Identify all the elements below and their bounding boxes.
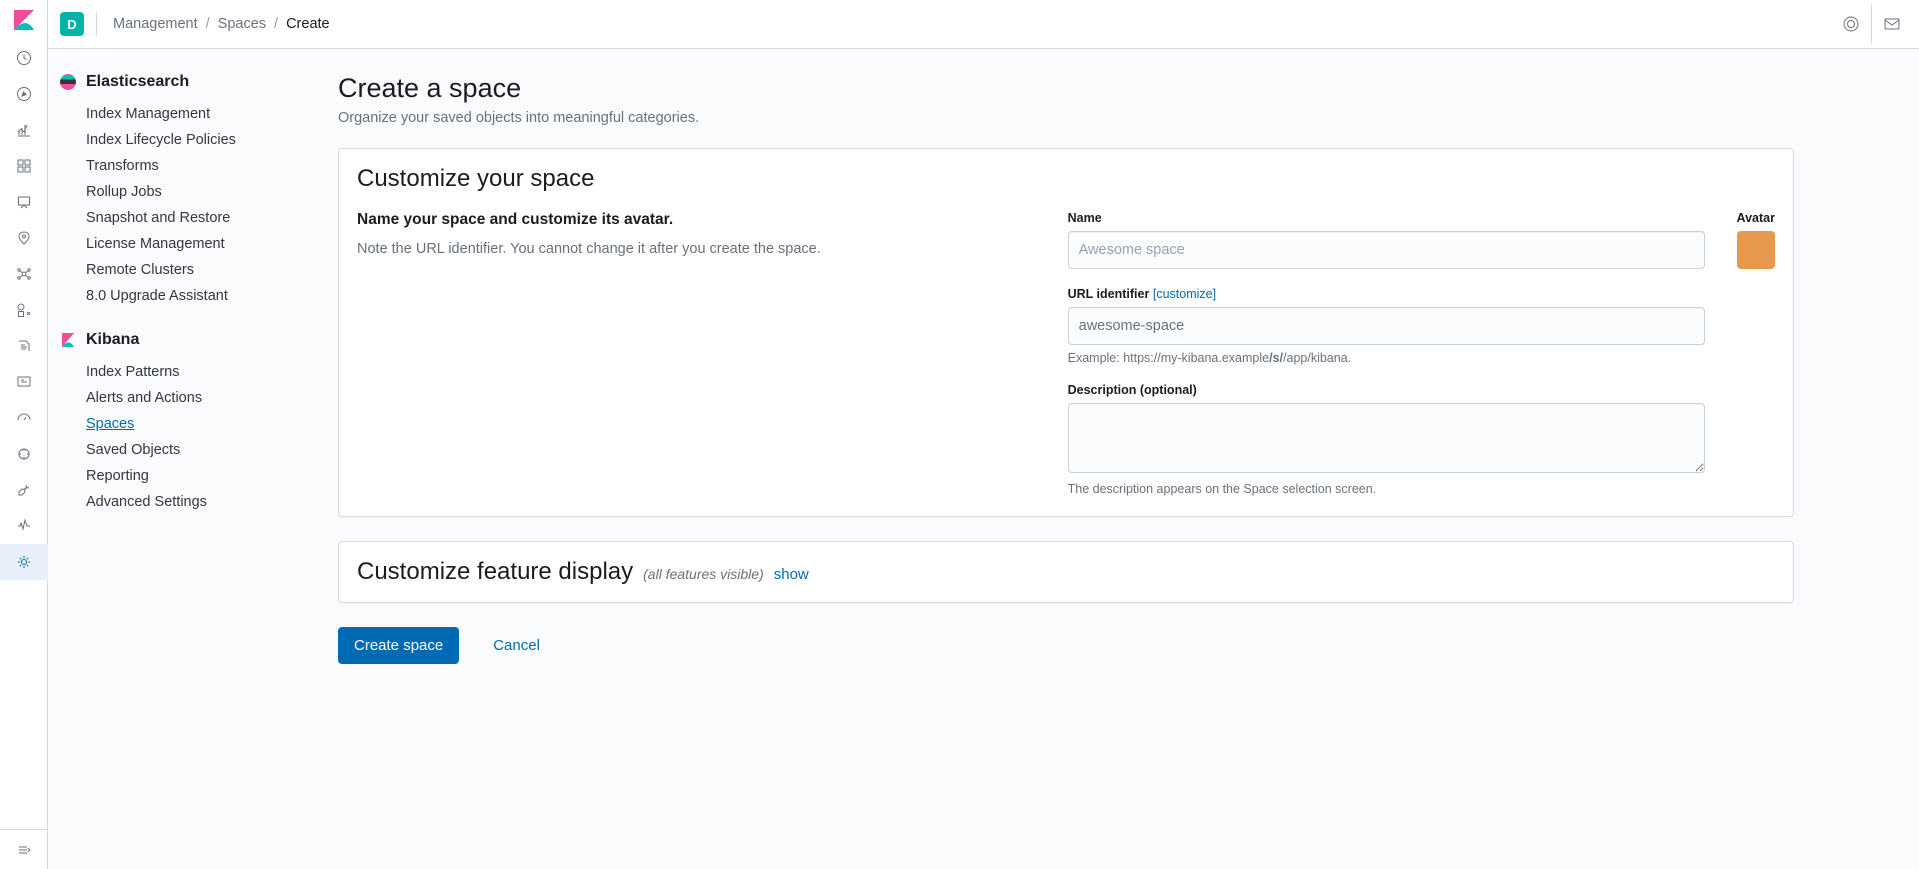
nav-siem-icon[interactable] [0, 436, 48, 472]
sidebar-item-spaces[interactable]: Spaces [60, 411, 302, 437]
sidebar-item-snapshot[interactable]: Snapshot and Restore [60, 205, 302, 231]
management-sidebar: Elasticsearch Index Management Index Lif… [48, 49, 318, 869]
breadcrumb: Management / Spaces / Create [113, 16, 330, 32]
avatar-swatch[interactable] [1737, 231, 1775, 269]
customize-note: Note the URL identifier. You cannot chan… [357, 239, 1038, 261]
nav-management-icon[interactable] [0, 544, 48, 580]
nav-collapse-icon[interactable] [0, 829, 48, 869]
main-content: Create a space Organize your saved objec… [318, 49, 1818, 869]
nav-canvas-icon[interactable] [0, 184, 48, 220]
nav-apm-icon[interactable] [0, 364, 48, 400]
nav-recent-icon[interactable] [0, 40, 48, 76]
avatar-label: Avatar [1725, 211, 1775, 225]
breadcrumb-spaces[interactable]: Spaces [218, 16, 266, 32]
breadcrumb-sep: / [274, 16, 278, 32]
url-hint-suffix: /app/kibana. [1283, 351, 1351, 365]
section-elasticsearch: Elasticsearch [60, 73, 302, 91]
desc-hint: The description appears on the Space sel… [1068, 482, 1705, 496]
name-input[interactable] [1068, 231, 1705, 269]
nav-visualize-icon[interactable] [0, 112, 48, 148]
cancel-button[interactable]: Cancel [487, 636, 546, 655]
url-hint-prefix: Example: https://my-kibana.example [1068, 351, 1269, 365]
breadcrumb-management[interactable]: Management [113, 16, 198, 32]
mail-icon[interactable] [1871, 4, 1911, 44]
elasticsearch-icon [60, 74, 76, 90]
name-label: Name [1068, 211, 1705, 225]
kibana-icon [60, 332, 76, 348]
space-switcher[interactable]: D [60, 12, 84, 36]
breadcrumb-current: Create [286, 16, 330, 32]
sidebar-item-ilm[interactable]: Index Lifecycle Policies [60, 127, 302, 153]
nav-devtools-icon[interactable] [0, 472, 48, 508]
topbar: D Management / Spaces / Create [48, 0, 1919, 49]
sidebar-item-index-patterns[interactable]: Index Patterns [60, 359, 302, 385]
feature-show-link[interactable]: show [774, 566, 809, 583]
sidebar-item-upgrade[interactable]: 8.0 Upgrade Assistant [60, 283, 302, 309]
nav-rail [0, 0, 48, 869]
url-customize-link[interactable]: [customize] [1153, 287, 1216, 301]
desc-textarea[interactable] [1068, 403, 1705, 473]
url-input[interactable] [1068, 307, 1705, 345]
sidebar-item-advanced-settings[interactable]: Advanced Settings [60, 489, 302, 515]
sidebar-item-index-management[interactable]: Index Management [60, 101, 302, 127]
panel-title: Customize your space [357, 165, 1775, 193]
sidebar-item-alerts[interactable]: Alerts and Actions [60, 385, 302, 411]
url-hint-bold: /s/ [1269, 351, 1283, 365]
customize-space-panel: Customize your space Name your space and… [338, 148, 1794, 517]
nav-monitoring-icon[interactable] [0, 508, 48, 544]
divider [96, 12, 97, 36]
feature-display-panel: Customize feature display (all features … [338, 541, 1794, 603]
desc-label: Description (optional) [1068, 383, 1705, 397]
kibana-logo-icon[interactable] [12, 8, 36, 32]
page-subtitle: Organize your saved objects into meaning… [338, 110, 1794, 126]
breadcrumb-sep: / [206, 16, 210, 32]
page-title: Create a space [338, 73, 1794, 104]
section-title: Elasticsearch [86, 73, 189, 91]
url-label-text: URL identifier [1068, 287, 1150, 301]
nav-maps-icon[interactable] [0, 220, 48, 256]
sidebar-item-license[interactable]: License Management [60, 231, 302, 257]
url-hint: Example: https://my-kibana.example/s//ap… [1068, 351, 1705, 365]
section-kibana: Kibana [60, 331, 302, 349]
customize-heading: Name your space and customize its avatar… [357, 211, 1038, 229]
nav-dashboard-icon[interactable] [0, 148, 48, 184]
sidebar-item-transforms[interactable]: Transforms [60, 153, 302, 179]
newsfeed-icon[interactable] [1831, 4, 1871, 44]
section-title: Kibana [86, 331, 139, 349]
nav-infra-icon[interactable] [0, 292, 48, 328]
sidebar-item-saved-objects[interactable]: Saved Objects [60, 437, 302, 463]
sidebar-item-reporting[interactable]: Reporting [60, 463, 302, 489]
action-row: Create space Cancel [338, 627, 1794, 664]
create-space-button[interactable]: Create space [338, 627, 459, 664]
sidebar-item-remote-clusters[interactable]: Remote Clusters [60, 257, 302, 283]
sidebar-item-rollup[interactable]: Rollup Jobs [60, 179, 302, 205]
nav-uptime-icon[interactable] [0, 400, 48, 436]
nav-discover-icon[interactable] [0, 76, 48, 112]
nav-logs-icon[interactable] [0, 328, 48, 364]
nav-ml-icon[interactable] [0, 256, 48, 292]
url-label: URL identifier [customize] [1068, 287, 1705, 301]
feature-title: Customize feature display [357, 558, 633, 586]
feature-subtitle: (all features visible) [643, 566, 764, 582]
